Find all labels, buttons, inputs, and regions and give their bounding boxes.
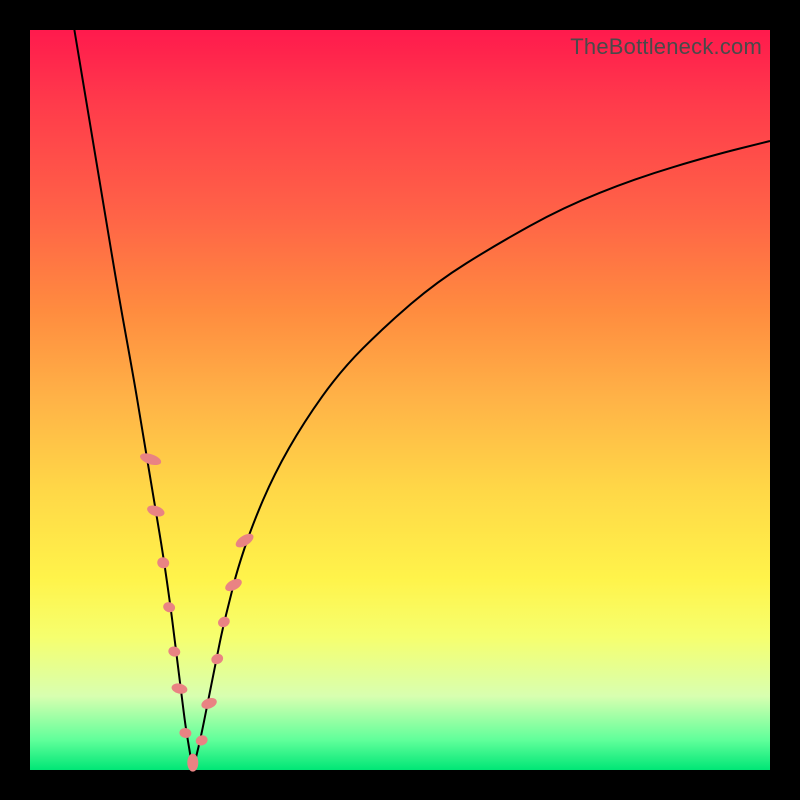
data-marker [187,754,198,772]
curve-left-branch [74,30,192,770]
data-marker [171,682,189,695]
data-marker [162,601,176,614]
data-marker [167,645,181,658]
markers-group [139,451,256,772]
data-marker [210,652,225,666]
data-marker [156,556,171,570]
chart-frame: TheBottleneck.com [30,30,770,770]
data-marker [194,734,209,747]
data-marker [179,727,193,739]
data-marker [216,615,231,629]
data-marker [139,451,163,467]
watermark-text: TheBottleneck.com [570,34,762,60]
chart-svg [30,30,770,770]
curve-right-branch [193,141,770,770]
curve-group [74,30,770,770]
data-marker [223,576,244,593]
